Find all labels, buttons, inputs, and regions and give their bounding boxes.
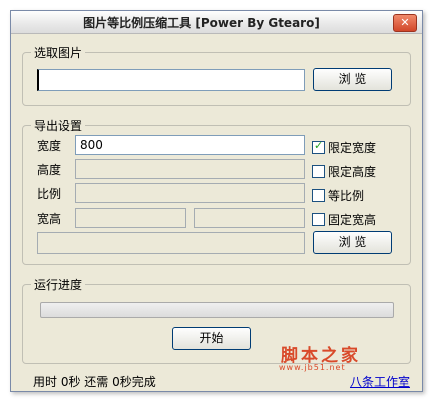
height-label: 高度 <box>37 163 62 177</box>
watermark-url: www.jb51.net <box>279 363 346 372</box>
ratio-label: 比例 <box>37 187 62 201</box>
export-settings-legend: 导出设置 <box>34 119 83 133</box>
progress-bar <box>40 302 394 318</box>
window-title: 图片等比例压缩工具 [Power By Gtearo] <box>83 16 320 30</box>
checkbox-unchecked <box>312 165 325 178</box>
app-window: 图片等比例压缩工具 [Power By Gtearo] ✕ 选取图片 浏 览 导… <box>10 10 423 392</box>
checkbox-unchecked <box>312 213 325 226</box>
limit-height-checkbox[interactable]: 限定高度 <box>312 163 376 180</box>
proportional-label: 等比例 <box>328 189 365 203</box>
height-input[interactable] <box>75 159 305 179</box>
ratio-input[interactable] <box>75 183 305 203</box>
proportional-checkbox[interactable]: 等比例 <box>312 187 364 204</box>
width-input[interactable]: 800 <box>75 135 305 155</box>
limit-width-label: 限定宽度 <box>328 141 377 155</box>
fixed-wh-label: 固定宽高 <box>328 213 377 227</box>
studio-link[interactable]: 八条工作室 <box>350 373 410 390</box>
close-icon: ✕ <box>400 16 410 29</box>
progress-legend: 运行进度 <box>34 278 83 292</box>
close-button[interactable]: ✕ <box>393 14 417 32</box>
start-button[interactable]: 开始 <box>172 327 251 350</box>
width-height-label: 宽高 <box>37 212 62 226</box>
browse-output-button[interactable]: 浏 览 <box>313 231 392 254</box>
limit-width-checkbox[interactable]: ✓ 限定宽度 <box>312 139 376 156</box>
fixed-width-input[interactable] <box>75 208 186 228</box>
fixed-wh-checkbox[interactable]: 固定宽高 <box>312 211 376 228</box>
check-icon: ✓ <box>314 139 324 152</box>
select-image-legend: 选取图片 <box>34 46 83 60</box>
width-label: 宽度 <box>37 139 62 153</box>
checkbox-checked: ✓ <box>312 139 325 154</box>
checkbox-unchecked <box>312 189 325 202</box>
image-path-input[interactable] <box>37 69 305 91</box>
browse-image-button[interactable]: 浏 览 <box>313 68 392 91</box>
status-text: 用时 0秒 还需 0秒完成 <box>33 375 156 389</box>
fixed-height-input[interactable] <box>194 208 305 228</box>
limit-height-label: 限定高度 <box>328 165 377 179</box>
output-path-input[interactable] <box>37 232 305 254</box>
title-bar[interactable]: 图片等比例压缩工具 [Power By Gtearo] ✕ <box>11 11 422 34</box>
